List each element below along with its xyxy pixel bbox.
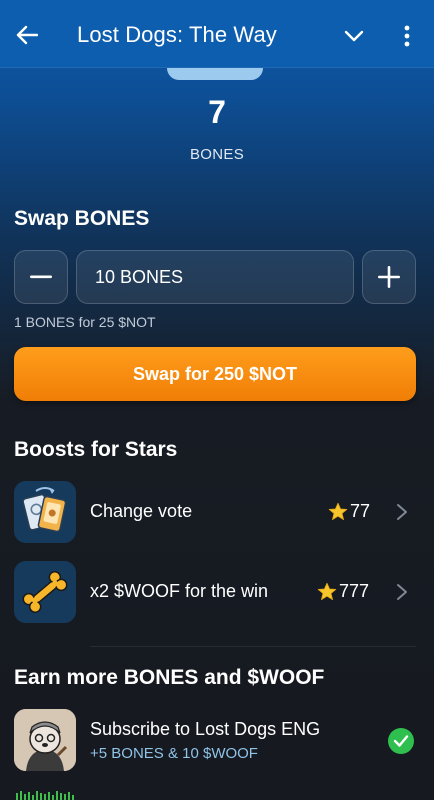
- star-icon: [317, 582, 337, 600]
- minus-icon: [30, 275, 52, 279]
- bones-balance: 7: [208, 94, 226, 130]
- boost-item-change-vote[interactable]: Change vote 77: [0, 481, 434, 547]
- plus-icon: [378, 266, 400, 288]
- swap-button[interactable]: Swap for 250 $NOT: [14, 347, 416, 401]
- more-vertical-icon[interactable]: [394, 20, 420, 52]
- bones-balance-unit: BONES: [189, 146, 244, 163]
- top-bar: Lost Dogs: The Way: [0, 0, 434, 68]
- increment-button[interactable]: [362, 250, 416, 304]
- boost-item-x2-woof[interactable]: x2 $WOOF for the win 777: [0, 561, 434, 627]
- app-title: Lost Dogs: The Way: [77, 22, 277, 47]
- bone-icon: [14, 561, 76, 623]
- vote-cards-icon: [14, 481, 76, 543]
- dog-avatar-icon: [14, 709, 76, 771]
- task-title: Subscribe to Lost Dogs ENG: [90, 719, 321, 739]
- chevron-right-icon: [397, 504, 407, 520]
- boost-price: 77: [350, 501, 371, 521]
- swap-amount-input[interactable]: 10 BONES: [76, 250, 354, 304]
- star-icon: [328, 502, 348, 520]
- chevron-right-icon: [397, 584, 407, 600]
- earn-heading: Earn more BONES and $WOOF: [14, 666, 325, 689]
- bones-avatar: [167, 68, 263, 80]
- swap-rate: 1 BONES for 25 $NOT: [14, 314, 156, 330]
- boosts-heading: Boosts for Stars: [14, 438, 178, 461]
- back-arrow-icon[interactable]: [12, 20, 42, 50]
- chevron-down-icon[interactable]: [340, 22, 368, 50]
- swap-heading: Swap BONES: [14, 207, 150, 230]
- decorative-strip: [16, 791, 74, 800]
- task-item-subscribe[interactable]: Subscribe to Lost Dogs ENG +5 BONES & 10…: [0, 709, 434, 775]
- boost-price: 777: [339, 581, 370, 601]
- boost-label: x2 $WOOF for the win: [90, 581, 269, 601]
- checkmark-icon: [388, 728, 414, 754]
- decrement-button[interactable]: [14, 250, 68, 304]
- boost-label: Change vote: [90, 501, 193, 521]
- task-reward: +5 BONES & 10 $WOOF: [90, 745, 258, 762]
- section-divider: [90, 646, 416, 647]
